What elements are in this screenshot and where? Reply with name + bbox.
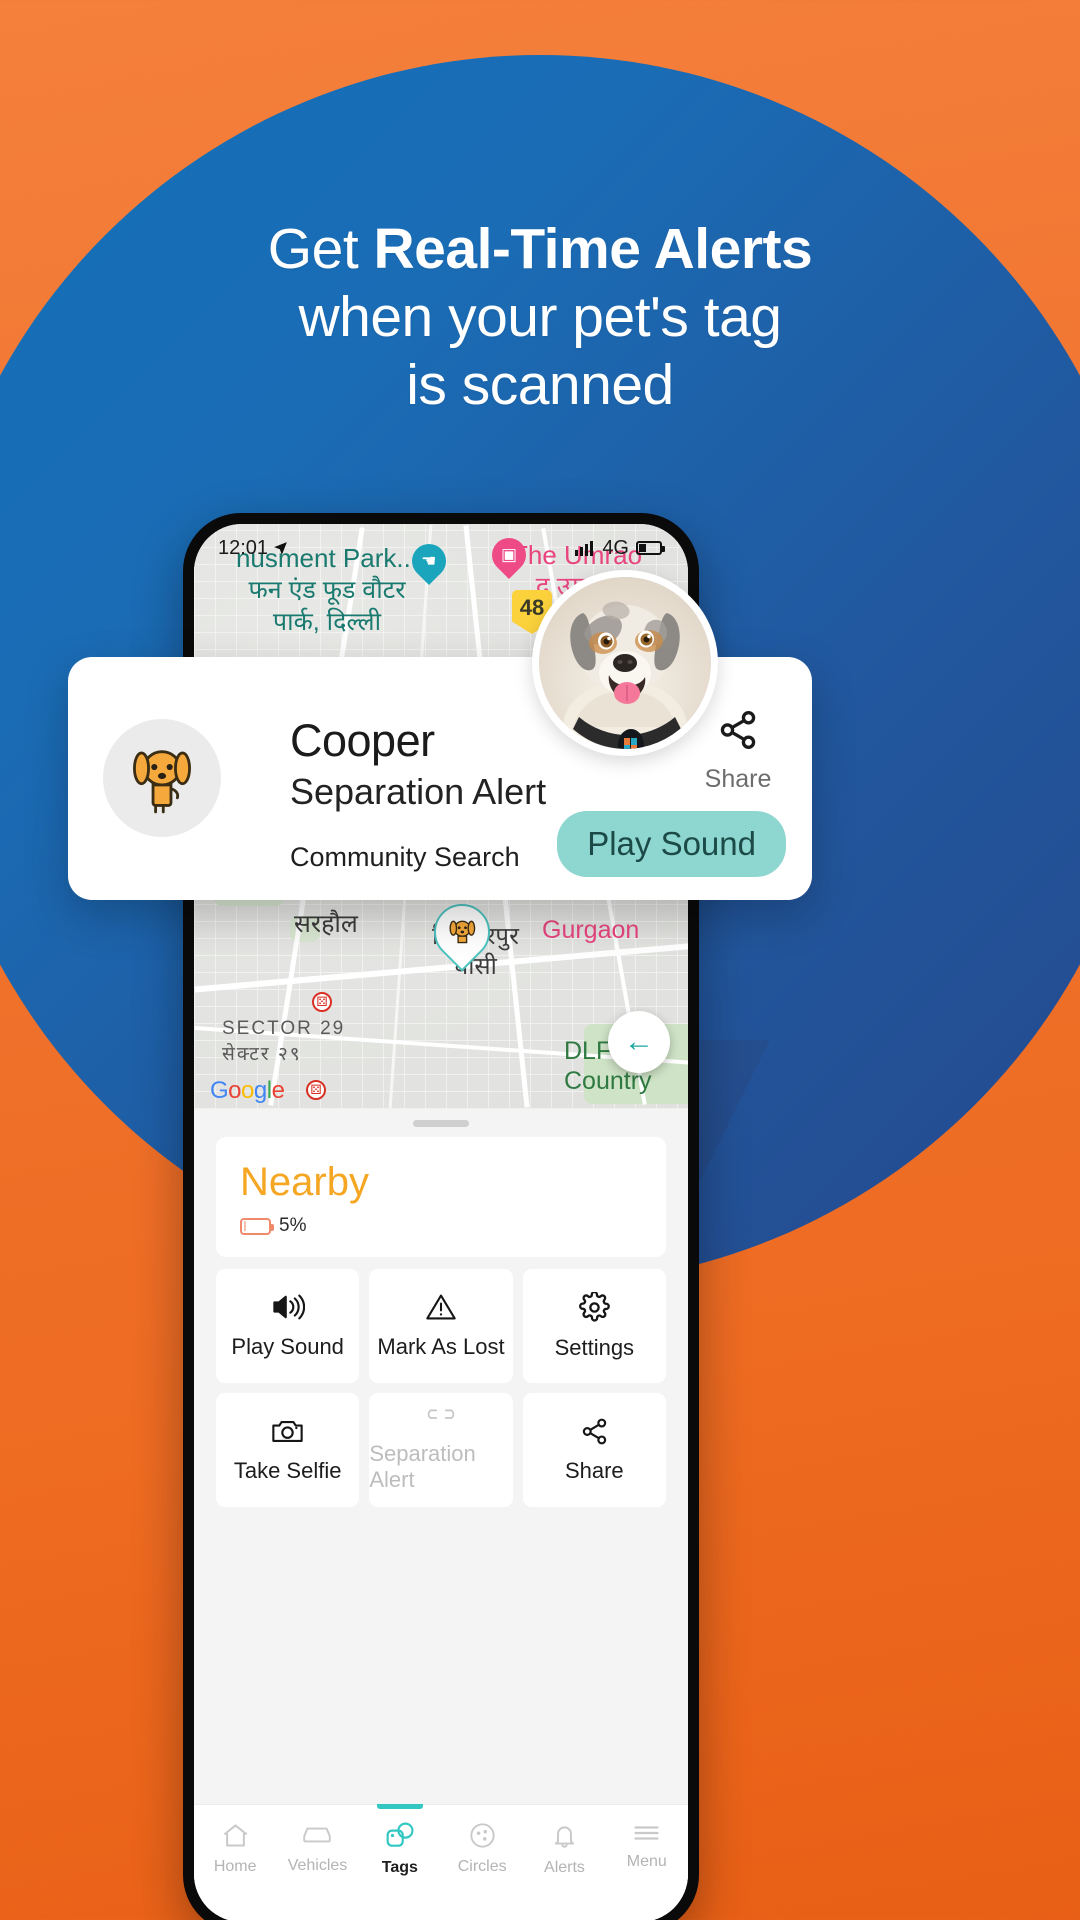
link-broken-icon — [422, 1407, 460, 1429]
nav-item-circles[interactable]: Circles — [441, 1805, 523, 1876]
action-separation-alert[interactable]: Separation Alert — [369, 1393, 513, 1507]
action-share[interactable]: Share — [522, 1393, 666, 1507]
nav-label: Circles — [457, 1858, 507, 1875]
action-label: Take Selfie — [233, 1457, 342, 1483]
nav-item-vehicles[interactable]: Vehicles — [276, 1805, 358, 1875]
nav-label: Tags — [381, 1859, 418, 1876]
bell-icon — [551, 1822, 578, 1850]
share-nodes-icon — [716, 709, 760, 756]
action-mark-as-lost[interactable]: Mark As Lost — [369, 1269, 513, 1383]
dog-avatar-icon — [445, 913, 479, 952]
nav-item-menu[interactable]: Menu — [606, 1805, 688, 1871]
nav-item-tags[interactable]: Tags — [359, 1804, 441, 1877]
status-bar-right: 4G — [575, 536, 665, 560]
status-bar-left: 12:01 — [218, 537, 289, 560]
bottom-sheet: Nearby 5% Play Sound Mark As Lost Settin… — [194, 1109, 688, 1920]
map-label-gurgaon: Gurgaon — [542, 916, 640, 944]
dog-avatar-icon — [121, 735, 203, 822]
camera-icon — [271, 1417, 304, 1446]
network-type-label: 4G — [602, 536, 629, 559]
gear-icon — [578, 1290, 610, 1323]
action-label: Mark As Lost — [377, 1334, 505, 1359]
headline-bold: Real-Time Alerts — [373, 217, 813, 281]
map-back-button[interactable]: ← — [608, 1011, 670, 1073]
avatar — [103, 719, 221, 837]
action-label: Share — [564, 1457, 624, 1483]
map-dog-tag-marker[interactable] — [422, 892, 502, 974]
promo-headline: Get Real-Time Alerts when your pet's tag… — [0, 215, 1080, 419]
headline-plain: Get — [267, 217, 374, 281]
nav-label: Home — [213, 1858, 257, 1875]
battery-percent-label: 5% — [279, 1215, 307, 1236]
warning-triangle-icon — [425, 1292, 457, 1322]
nearby-title: Nearby — [240, 1160, 369, 1204]
share-label: Share — [704, 765, 772, 793]
action-settings[interactable]: Settings — [522, 1269, 666, 1383]
signal-bars-icon — [575, 540, 595, 556]
pet-name: Cooper — [290, 715, 435, 766]
alert-type-label: Separation Alert — [290, 771, 547, 812]
google-watermark: Google — [210, 1077, 285, 1104]
status-time: 12:01 — [218, 536, 269, 559]
hamburger-menu-icon — [632, 1822, 661, 1844]
play-sound-button[interactable]: Play Sound — [557, 811, 786, 877]
nav-label: Vehicles — [287, 1857, 348, 1874]
action-play-sound[interactable]: Play Sound — [216, 1269, 360, 1383]
headline-line-1: Get Real-Time Alerts — [0, 215, 1080, 283]
location-arrow-icon — [272, 540, 289, 557]
action-label: Settings — [554, 1334, 635, 1360]
battery-icon — [240, 1217, 274, 1235]
map-label-sarhaul: सरहौल — [294, 910, 358, 938]
headline-line-3: is scanned — [406, 353, 674, 417]
share-button[interactable]: Share — [690, 709, 786, 794]
map-label-sector29-en: SECTOR 29 — [222, 1018, 346, 1039]
car-icon — [301, 1822, 333, 1848]
nav-label: Menu — [626, 1853, 667, 1870]
back-arrow-icon: ← — [624, 1025, 654, 1058]
headline-line-2: when your pet's tag — [298, 285, 782, 349]
share-nodes-icon — [579, 1417, 610, 1446]
bottom-navigation: Home Vehicles Tags Circles Alerts Menu — [194, 1804, 688, 1920]
map-label-sector-29: SECTOR 29 सेक्टर २९ — [222, 1016, 345, 1068]
home-icon — [221, 1822, 250, 1849]
action-grid: Play Sound Mark As Lost Settings Take Se… — [216, 1269, 666, 1507]
action-label: Play Sound — [231, 1334, 344, 1359]
community-search-label: Community Search — [290, 842, 520, 872]
map-metro-icon: ⚄ — [312, 992, 332, 1012]
action-take-selfie[interactable]: Take Selfie — [216, 1393, 360, 1507]
nav-item-home[interactable]: Home — [194, 1805, 276, 1876]
tag-battery-row: 5% — [240, 1215, 642, 1237]
status-bar: 12:01 4G — [194, 530, 688, 566]
nav-item-alerts[interactable]: Alerts — [523, 1805, 605, 1877]
sheet-grabber[interactable] — [413, 1120, 469, 1127]
pet-photo-image — [539, 577, 711, 749]
nearby-status-card: Nearby 5% — [216, 1137, 666, 1257]
pet-photo — [532, 570, 718, 756]
action-label: Separation Alert — [369, 1441, 476, 1492]
map-label-sector29-hi: सेक्टर २९ — [222, 1044, 302, 1065]
battery-icon — [636, 541, 665, 555]
map-metro-icon: ⚄ — [306, 1080, 326, 1100]
map-label-amusement-hi-2: पार्क, दिल्ली — [272, 608, 382, 636]
circles-icon — [468, 1822, 497, 1849]
nav-label: Alerts — [544, 1859, 585, 1876]
speaker-volume-icon — [271, 1292, 305, 1322]
tags-icon — [384, 1822, 415, 1850]
